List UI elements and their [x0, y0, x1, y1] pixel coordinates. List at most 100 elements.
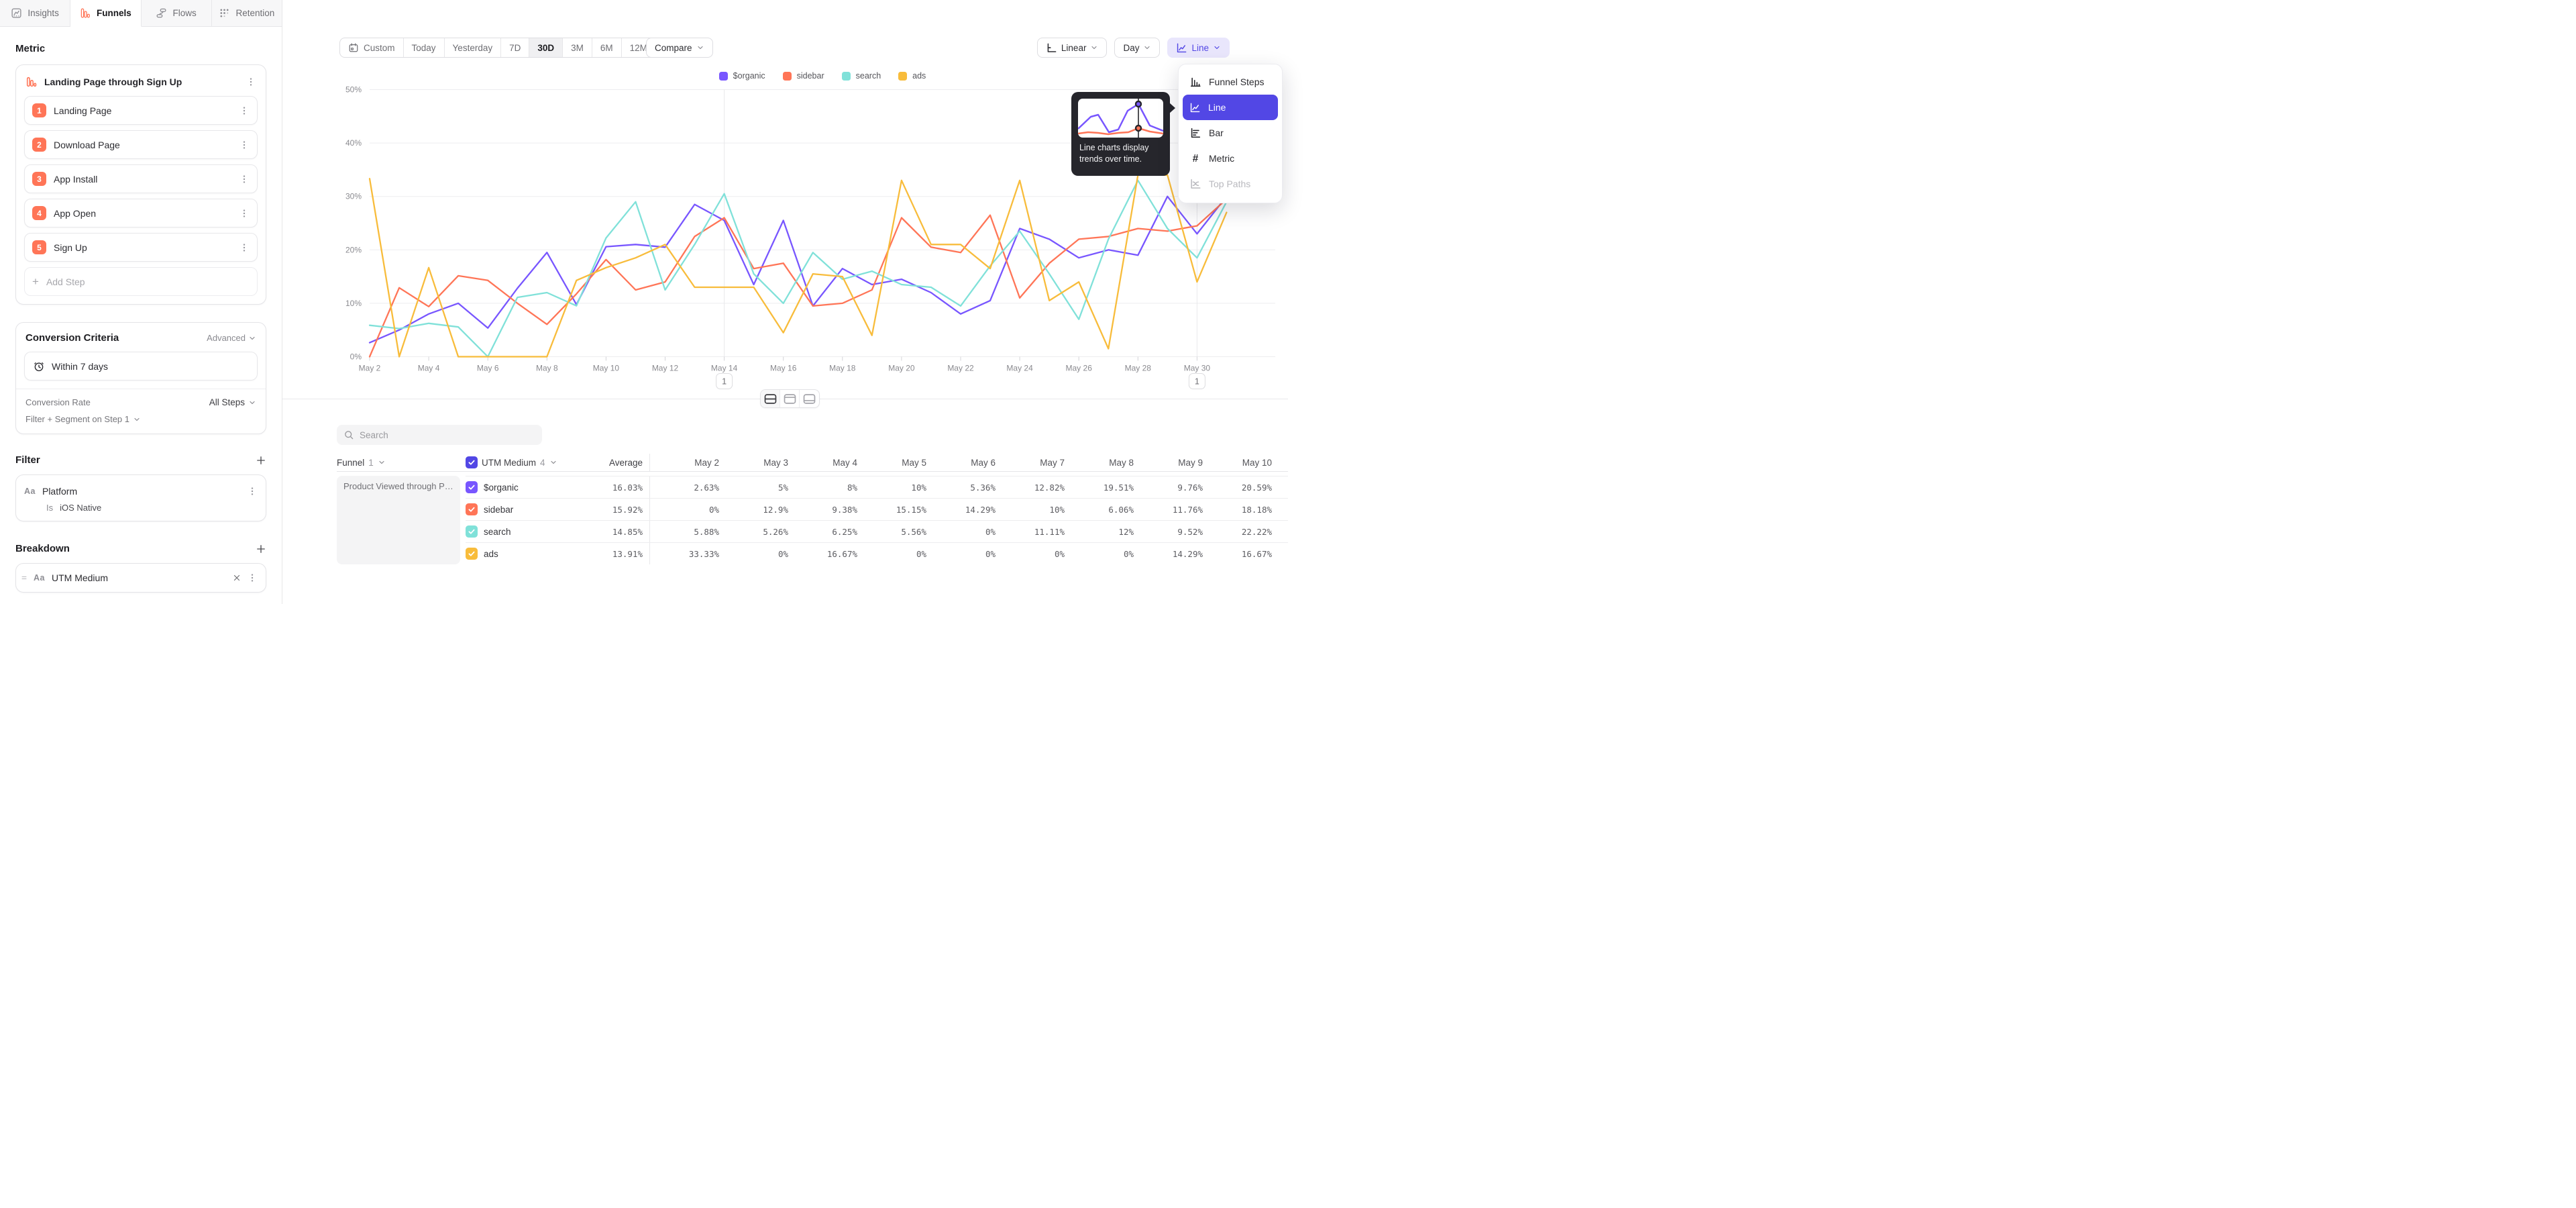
scale-dropdown[interactable]: Linear	[1037, 38, 1108, 58]
all-steps-dropdown[interactable]: All Steps	[209, 397, 256, 407]
funnel-step-3[interactable]: 3App Install	[24, 164, 258, 193]
cell-value: 0%	[857, 549, 926, 559]
filter-segment-dropdown[interactable]: Filter + Segment on Step 1	[25, 414, 256, 424]
kebab-icon	[239, 208, 250, 219]
split-view-toggle[interactable]	[761, 390, 780, 407]
checkbox[interactable]	[466, 525, 478, 538]
tab-funnels[interactable]: Funnels	[70, 0, 141, 27]
chart-type-tooltip: Line charts display trends over time.	[1071, 92, 1170, 176]
range-7d[interactable]: 7D	[501, 38, 529, 57]
range-today[interactable]: Today	[404, 38, 445, 57]
insights-icon	[11, 7, 22, 19]
close-icon[interactable]	[232, 573, 241, 583]
breakdown-property[interactable]: UTM Medium	[52, 572, 227, 583]
range-custom[interactable]: Custom	[340, 38, 404, 57]
svg-text:10%: 10%	[345, 299, 362, 308]
cell-value: 20.59%	[1203, 483, 1272, 493]
line-chart-icon	[1176, 42, 1187, 54]
tab-insights[interactable]: Insights	[0, 0, 70, 27]
chevron-down-icon	[378, 458, 386, 466]
report-type-tabs: InsightsFunnelsFlowsRetention	[0, 0, 282, 27]
range-30d[interactable]: 30D	[529, 38, 563, 57]
funnel-step-2[interactable]: 2Download Page	[24, 130, 258, 159]
range-3m[interactable]: 3M	[563, 38, 592, 57]
average-column-header: Average	[573, 454, 650, 471]
kebab-icon[interactable]	[247, 572, 258, 583]
menu-item-top-paths: Top Paths	[1183, 171, 1278, 197]
menu-item-funnel-steps[interactable]: Funnel Steps	[1183, 69, 1278, 95]
split-view-icon	[764, 394, 777, 404]
legend-swatch	[783, 72, 792, 81]
compare-button[interactable]: Compare	[646, 38, 713, 58]
kebab-icon[interactable]	[246, 77, 256, 87]
filter-property[interactable]: Platform	[42, 486, 240, 497]
property-type-icon: Aa	[34, 573, 45, 583]
cell-value: 14.29%	[926, 505, 996, 515]
segment-label: ads	[484, 549, 498, 559]
checkbox[interactable]	[466, 548, 478, 560]
funnel-steps-icon	[1189, 76, 1201, 88]
cell-value: 2.63%	[650, 483, 719, 493]
segment-label: $organic	[484, 483, 519, 493]
legend-swatch	[842, 72, 851, 81]
menu-item-bar[interactable]: Bar	[1183, 120, 1278, 146]
query-sidebar: Metric Landing Page through Sign Up 1Lan…	[0, 27, 282, 604]
svg-text:May 18: May 18	[829, 364, 856, 373]
search-input[interactable]	[360, 430, 535, 440]
range-yesterday[interactable]: Yesterday	[445, 38, 502, 57]
menu-item-metric[interactable]: #Metric	[1183, 146, 1278, 171]
panel-top-icon	[784, 394, 796, 404]
table-search[interactable]	[337, 425, 542, 445]
legend-ads[interactable]: ads	[898, 71, 926, 81]
cell-value: 0%	[926, 549, 996, 559]
range-6m[interactable]: 6M	[592, 38, 622, 57]
tab-flows[interactable]: Flows	[142, 0, 212, 27]
annotation-marker[interactable]: 1	[1189, 374, 1205, 389]
filter-value[interactable]: iOS Native	[60, 503, 101, 513]
linear-scale-icon	[1046, 42, 1057, 54]
cell-value: 6.25%	[788, 527, 857, 537]
cell-value: 0%	[996, 549, 1065, 559]
chevron-down-icon	[133, 415, 141, 423]
kebab-icon	[239, 105, 250, 116]
add-breakdown-button[interactable]	[256, 544, 266, 554]
date-column-header: May 4	[788, 458, 857, 468]
checkbox[interactable]	[466, 456, 478, 468]
chart-only-view-toggle[interactable]	[780, 390, 800, 407]
funnel-step-4[interactable]: 4App Open	[24, 199, 258, 228]
svg-text:50%: 50%	[345, 85, 362, 95]
funnel-name-cell[interactable]: Product Viewed through P…	[337, 476, 460, 564]
advanced-dropdown[interactable]: Advanced	[207, 333, 256, 343]
table-only-view-toggle[interactable]	[800, 390, 819, 407]
annotation-marker[interactable]: 1	[716, 374, 733, 389]
legend-sidebar[interactable]: sidebar	[783, 71, 824, 81]
cell-value: 16.67%	[788, 549, 857, 559]
add-step-button[interactable]: + Add Step	[24, 267, 258, 296]
date-column-header: May 7	[996, 458, 1065, 468]
cell-value: 5.36%	[926, 483, 996, 493]
chevron-down-icon	[696, 44, 704, 52]
legend-search[interactable]: search	[842, 71, 881, 81]
drag-handle-icon[interactable]	[20, 574, 28, 582]
kebab-icon[interactable]	[247, 486, 258, 497]
funnel-step-1[interactable]: 1Landing Page	[24, 96, 258, 125]
legend-organic[interactable]: $organic	[719, 71, 765, 81]
funnel-title: Landing Page through Sign Up	[44, 77, 239, 87]
checkbox[interactable]	[466, 481, 478, 493]
funnel-step-5[interactable]: 5Sign Up	[24, 233, 258, 262]
cell-value: 0%	[1065, 549, 1134, 559]
chart-type-dropdown[interactable]: Line	[1167, 38, 1230, 58]
conversion-window-button[interactable]: Within 7 days	[24, 352, 258, 381]
cell-value: 5.56%	[857, 527, 926, 537]
add-filter-button[interactable]	[256, 455, 266, 466]
chevron-down-icon	[248, 399, 256, 407]
chart-type-menu: Funnel StepsLineBar#MetricTop Paths	[1178, 64, 1283, 203]
checkbox[interactable]	[466, 503, 478, 515]
filter-operator[interactable]: Is	[46, 503, 53, 513]
tab-retention[interactable]: Retention	[212, 0, 282, 27]
menu-item-line[interactable]: Line	[1183, 95, 1278, 120]
interval-dropdown[interactable]: Day	[1114, 38, 1160, 58]
chevron-down-icon	[1213, 44, 1221, 52]
breakdown-column-header[interactable]: UTM Medium4	[466, 456, 573, 468]
funnel-column-header[interactable]: Funnel1	[337, 458, 466, 468]
